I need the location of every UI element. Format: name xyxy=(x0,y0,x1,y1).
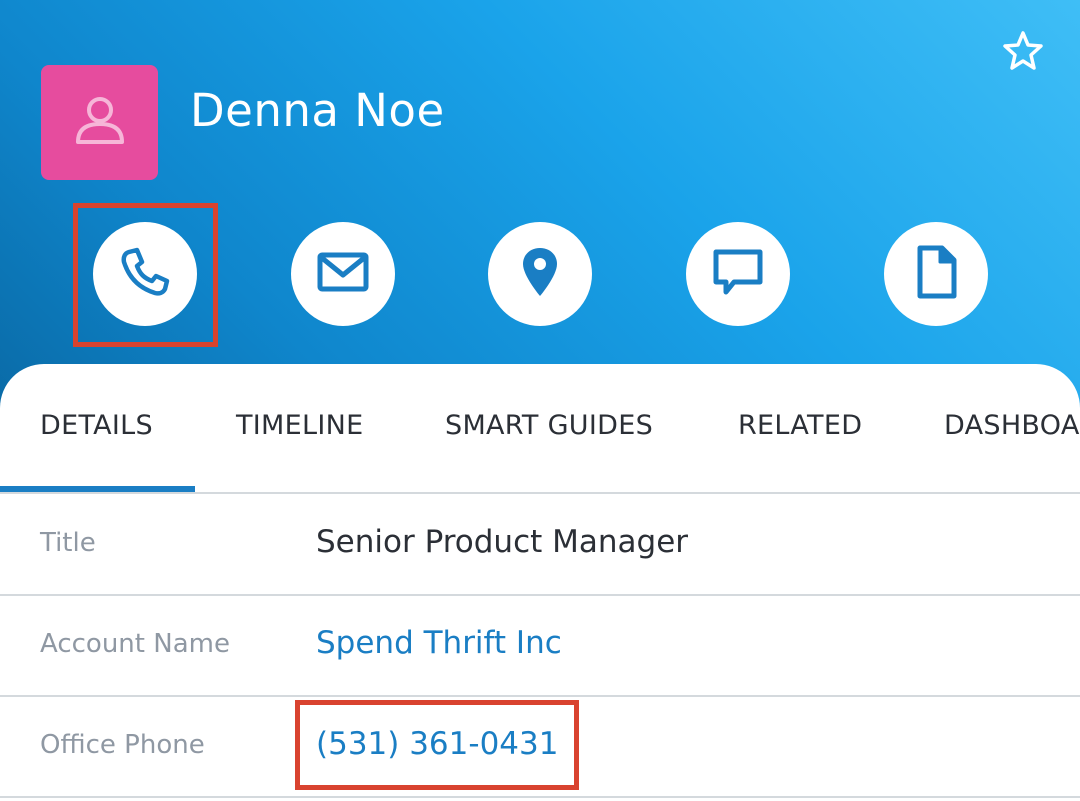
tab-dashboard[interactable]: DASHBOARD xyxy=(944,410,1080,441)
field-label: Account Name xyxy=(40,629,230,659)
email-button[interactable] xyxy=(291,222,395,326)
tab-details[interactable]: DETAILS xyxy=(40,410,153,441)
tab-related[interactable]: RELATED xyxy=(738,410,862,441)
field-row-office-phone: Office Phone (531) 361-0431 xyxy=(0,696,1080,798)
active-tab-indicator xyxy=(0,486,195,492)
user-icon xyxy=(68,88,132,157)
phone-icon xyxy=(115,242,175,307)
office-phone-link[interactable]: (531) 361-0431 xyxy=(316,726,558,762)
email-icon xyxy=(313,242,373,307)
chat-icon xyxy=(708,242,768,307)
map-pin-icon xyxy=(510,242,570,307)
map-button[interactable] xyxy=(488,222,592,326)
field-value: Senior Product Manager xyxy=(316,524,689,560)
field-row-title: Title Senior Product Manager xyxy=(0,494,1080,596)
record-name: Denna Noe xyxy=(190,84,445,137)
tab-smart-guides[interactable]: SMART GUIDES xyxy=(445,410,653,441)
record-header: Denna Noe xyxy=(0,0,1080,420)
document-button[interactable] xyxy=(884,222,988,326)
tab-bar: DETAILS TIMELINE SMART GUIDES RELATED DA… xyxy=(0,364,1080,494)
account-name-link[interactable]: Spend Thrift Inc xyxy=(316,625,562,661)
chat-button[interactable] xyxy=(686,222,790,326)
field-label: Office Phone xyxy=(40,730,205,760)
call-button[interactable] xyxy=(93,222,197,326)
tab-timeline[interactable]: TIMELINE xyxy=(236,410,363,441)
field-row-account-name: Account Name Spend Thrift Inc xyxy=(0,595,1080,697)
field-label: Title xyxy=(40,528,96,558)
star-icon[interactable] xyxy=(1000,28,1046,74)
details-card: DETAILS TIMELINE SMART GUIDES RELATED DA… xyxy=(0,364,1080,801)
avatar xyxy=(41,65,158,180)
document-icon xyxy=(906,242,966,307)
